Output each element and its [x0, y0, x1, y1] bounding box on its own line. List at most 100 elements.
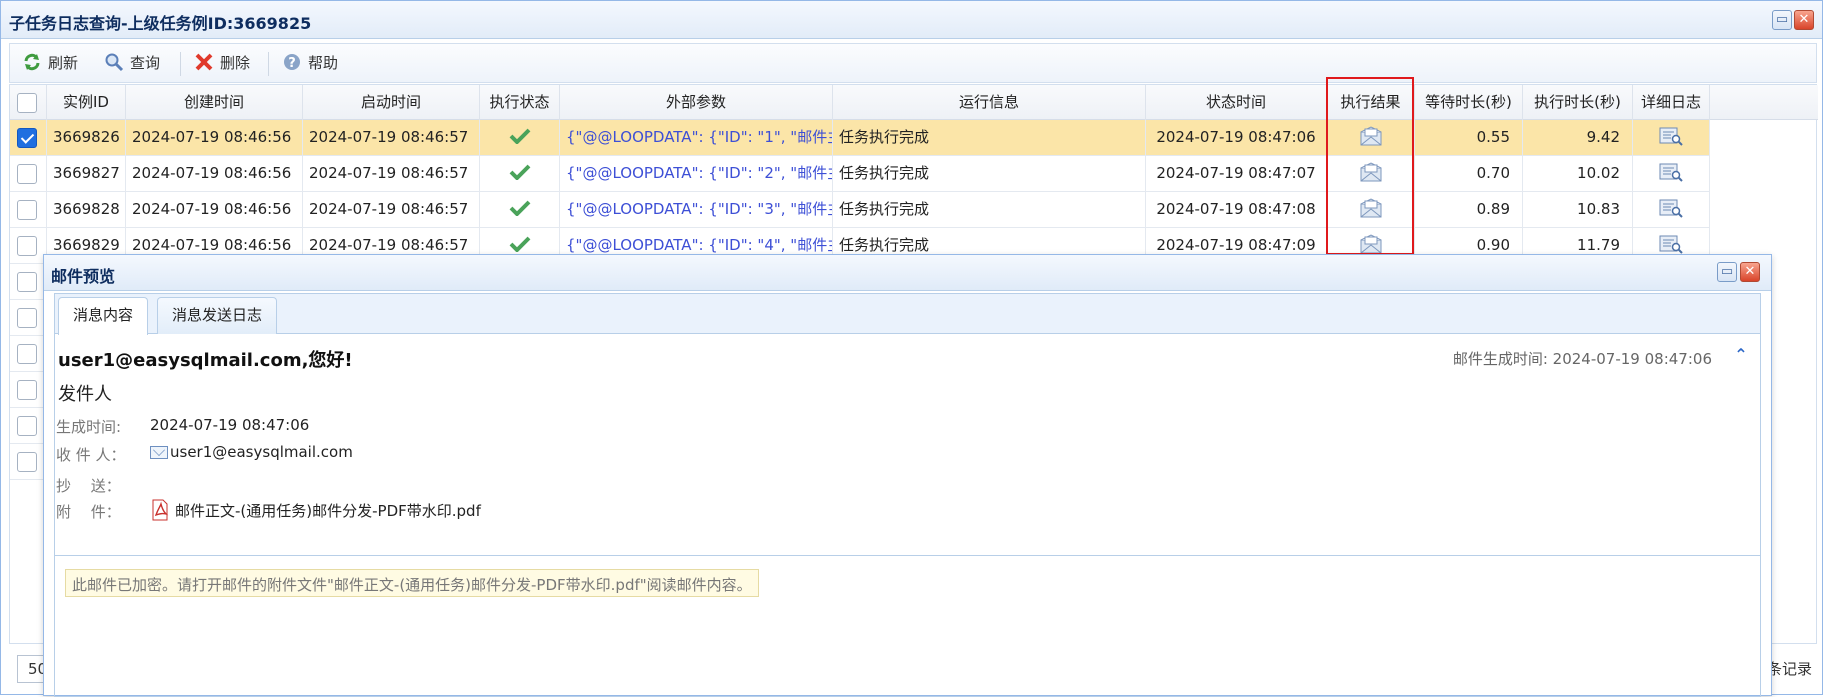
svg-text:?: ? — [288, 56, 296, 71]
row-select-cell — [10, 228, 47, 264]
status-time: 2024-07-19 08:47:07 — [1146, 156, 1327, 192]
created-time: 2024-07-19 08:46:56 — [126, 192, 303, 228]
external-params: {"@@LOOPDATA": {"ID": "2", "邮件主 — [560, 156, 833, 192]
run-duration: 10.02 — [1523, 156, 1633, 192]
col-instance-id[interactable]: 实例ID — [47, 85, 126, 120]
window-titlebar: 子任务日志查询-上级任务例ID:3669825 ▭ ✕ — [1, 1, 1822, 39]
grid-header: 实例ID 创建时间 启动时间 执行状态 外部参数 运行信息 状态时间 执行结果 … — [10, 85, 1818, 120]
close-icon[interactable]: ✕ — [1740, 262, 1760, 282]
row-checkbox[interactable] — [17, 452, 37, 472]
tab-message-content[interactable]: 消息内容 — [58, 297, 149, 335]
run-duration: 10.83 — [1523, 192, 1633, 228]
maximize-icon[interactable]: ▭ — [1772, 10, 1792, 30]
col-created-time[interactable]: 创建时间 — [126, 85, 303, 120]
created-time: 2024-07-19 08:46:56 — [126, 120, 303, 156]
row-checkbox[interactable] — [17, 272, 37, 292]
col-run-duration[interactable]: 执行时长(秒) — [1523, 85, 1633, 120]
exec-result-highlight — [1326, 77, 1414, 255]
recipient-value: user1@easysqlmail.com — [150, 443, 353, 461]
maximize-icon[interactable]: ▭ — [1717, 262, 1737, 282]
log-detail-icon[interactable] — [1659, 234, 1683, 254]
status-cell — [480, 156, 560, 192]
run-info: 任务执行完成 — [833, 120, 1146, 156]
refresh-icon — [24, 53, 40, 71]
mail-generated-time: 邮件生成时间: 2024-07-19 08:47:06 — [1452, 350, 1712, 368]
check-icon — [509, 164, 530, 181]
select-all-cell — [10, 85, 47, 120]
attachment-filename: 邮件正文-(通用任务)邮件分发-PDF带水印.pdf — [175, 502, 481, 520]
dialog-body: 消息内容 消息发送日志 user1@easysqlmail.com,您好! 邮件… — [54, 293, 1761, 697]
detail-log-cell — [1633, 156, 1710, 192]
tab-bar: 消息内容 消息发送日志 — [55, 294, 1760, 335]
row-checkbox[interactable] — [17, 308, 37, 328]
collapse-up-icon[interactable]: ⌃ — [1732, 346, 1750, 364]
recipient-label: 收 件 人： — [56, 446, 126, 464]
attachment-link[interactable]: 邮件正文-(通用任务)邮件分发-PDF带水印.pdf — [150, 499, 481, 521]
search-icon — [105, 53, 124, 72]
row-checkbox[interactable] — [17, 416, 37, 436]
col-status-time[interactable]: 状态时间 — [1146, 85, 1327, 120]
col-exec-status[interactable]: 执行状态 — [480, 85, 560, 120]
log-detail-icon[interactable] — [1659, 126, 1683, 146]
row-checkbox[interactable] — [17, 236, 37, 256]
row-checkbox[interactable] — [17, 164, 37, 184]
row-checkbox[interactable] — [17, 200, 37, 220]
toolbar: 刷新 查询 删除 ? 帮助 — [9, 43, 1817, 83]
task-log-window: 子任务日志查询-上级任务例ID:3669825 ▭ ✕ 刷新 查询 删除 ? 帮… — [0, 0, 1823, 697]
dialog-titlebar: 邮件预览 ▭ ✕ — [44, 255, 1771, 291]
wait-duration: 0.55 — [1415, 120, 1523, 156]
run-info: 任务执行完成 — [833, 192, 1146, 228]
refresh-button[interactable]: 刷新 — [22, 52, 78, 76]
sender-heading: 发件人 — [58, 384, 112, 405]
dialog-title: 邮件预览 — [51, 267, 116, 286]
wait-duration: 0.89 — [1415, 192, 1523, 228]
mail-header-area: user1@easysqlmail.com,您好! 邮件生成时间: 2024-0… — [55, 334, 1760, 555]
mail-divider — [55, 555, 1760, 556]
table-row[interactable]: 3669826 2024-07-19 08:46:56 2024-07-19 0… — [10, 120, 1710, 156]
table-row[interactable] — [10, 408, 47, 444]
table-row[interactable]: 3669827 2024-07-19 08:46:56 2024-07-19 0… — [10, 156, 1710, 192]
query-button[interactable]: 查询 — [104, 52, 160, 76]
row-checkbox[interactable] — [17, 344, 37, 364]
col-detail-log[interactable]: 详细日志 — [1633, 85, 1710, 120]
delete-label: 删除 — [220, 54, 251, 72]
attachment-label: 附 件： — [56, 503, 121, 521]
table-row[interactable] — [10, 336, 47, 372]
tab-send-log[interactable]: 消息发送日志 — [157, 297, 278, 334]
delete-button[interactable]: 删除 — [194, 52, 250, 76]
log-detail-icon[interactable] — [1659, 162, 1683, 182]
log-detail-icon[interactable] — [1659, 198, 1683, 218]
table-row[interactable] — [10, 444, 47, 480]
check-icon — [509, 200, 530, 217]
gen-time-label: 生成时间: — [56, 418, 122, 436]
start-time: 2024-07-19 08:46:57 — [303, 156, 480, 192]
cc-label: 抄 送： — [56, 477, 121, 495]
status-time: 2024-07-19 08:47:06 — [1146, 120, 1327, 156]
table-row[interactable] — [10, 372, 47, 408]
col-run-info[interactable]: 运行信息 — [833, 85, 1146, 120]
row-select-cell — [10, 192, 47, 228]
query-label: 查询 — [130, 54, 161, 72]
select-all-checkbox[interactable] — [17, 93, 37, 113]
table-row[interactable]: 3669828 2024-07-19 08:46:56 2024-07-19 0… — [10, 192, 1710, 228]
recipient-email: user1@easysqlmail.com — [170, 443, 353, 461]
row-checkbox[interactable] — [17, 380, 37, 400]
delete-icon — [195, 53, 213, 71]
envelope-icon — [150, 446, 168, 459]
start-time: 2024-07-19 08:46:57 — [303, 120, 480, 156]
table-row[interactable] — [10, 264, 47, 300]
encryption-notice: 此邮件已加密。请打开邮件的附件文件"邮件正文-(通用任务)邮件分发-PDF带水印… — [65, 569, 759, 597]
help-button[interactable]: ? 帮助 — [282, 52, 338, 76]
created-time: 2024-07-19 08:46:56 — [126, 156, 303, 192]
run-info: 任务执行完成 — [833, 156, 1146, 192]
close-icon[interactable]: ✕ — [1794, 10, 1814, 30]
check-icon — [509, 128, 530, 145]
check-icon — [509, 236, 530, 253]
row-checkbox[interactable] — [17, 128, 37, 148]
table-row[interactable] — [10, 300, 47, 336]
col-external-params[interactable]: 外部参数 — [560, 85, 833, 120]
col-wait-duration[interactable]: 等待时长(秒) — [1415, 85, 1523, 120]
col-start-time[interactable]: 启动时间 — [303, 85, 480, 120]
run-duration: 9.42 — [1523, 120, 1633, 156]
row-select-cell — [10, 120, 47, 156]
